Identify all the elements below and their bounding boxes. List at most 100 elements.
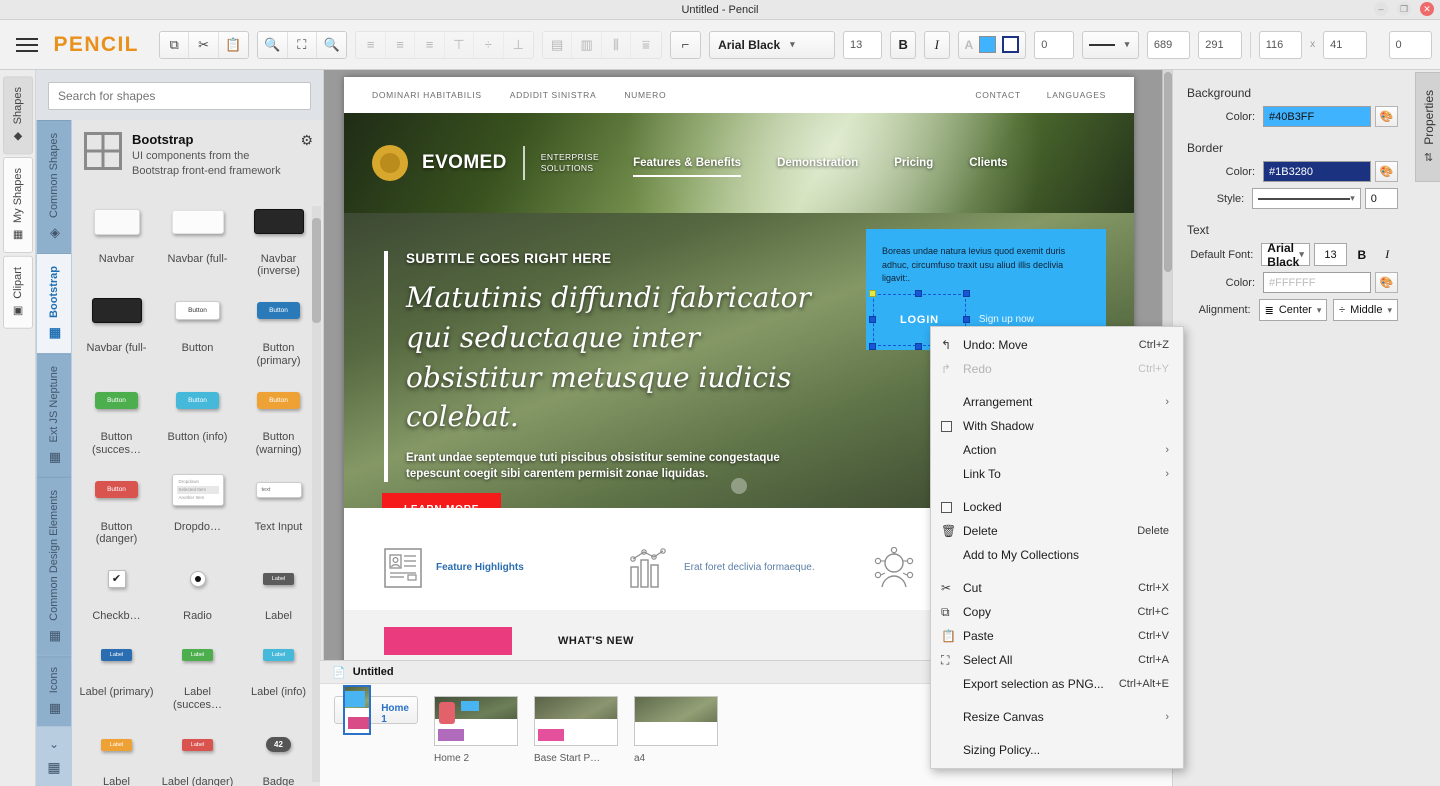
shape-item[interactable]: Radio [157, 550, 238, 627]
align-left-icon[interactable]: ≡ [356, 32, 385, 58]
border-style-select[interactable]: ▾ [1252, 188, 1361, 209]
default-font-size-input[interactable]: 13 [1314, 243, 1347, 266]
shape-item[interactable]: LabelLabel (warning) [76, 716, 157, 786]
collection-tab-extjs-neptune[interactable]: ▦ Ext JS Neptune [37, 353, 71, 477]
rotation-input[interactable]: 0 [1389, 31, 1432, 59]
utility-nav-item[interactable]: ADDIDIT SINISTRA [510, 90, 597, 100]
menu-item-cut[interactable]: ✂CutCtrl+X [931, 576, 1183, 600]
shape-item[interactable]: ButtonButton [157, 282, 238, 371]
menu-item-select-all[interactable]: ⛶Select AllCtrl+A [931, 648, 1183, 672]
font-family-select[interactable]: Arial Black ▾ [709, 31, 835, 59]
stroke-color-swatch[interactable] [1002, 36, 1019, 53]
page-thumb-home-1[interactable]: Home 1 [334, 696, 418, 724]
resize-handle-nw[interactable] [869, 290, 876, 297]
utility-nav-contact[interactable]: CONTACT [975, 90, 1020, 100]
paste-icon[interactable]: 📋 [219, 32, 248, 58]
menu-item-export-selection-as-png[interactable]: Export selection as PNG...Ctrl+Alt+E [931, 672, 1183, 696]
shape-item[interactable]: LabelLabel (primary) [76, 626, 157, 715]
palette-icon[interactable]: 🎨 [1375, 161, 1398, 182]
utility-nav-item[interactable]: NUMERO [624, 90, 666, 100]
shape-item[interactable]: ButtonButton (danger) [76, 461, 157, 550]
nav-clients[interactable]: Clients [969, 157, 1007, 169]
page-thumb-a4[interactable]: a4 [634, 696, 718, 764]
menu-item-add-to-my-collections[interactable]: Add to My Collections [931, 543, 1183, 567]
sidebar-tab-my-shapes[interactable]: ▦ My Shapes [3, 157, 33, 253]
format-painter-icon[interactable]: ⌐ [671, 32, 700, 58]
shape-item[interactable]: LabelLabel (info) [238, 626, 319, 715]
align-middle-icon[interactable]: ÷ [474, 32, 503, 58]
distribute-vertical-icon[interactable]: ▤ [543, 32, 572, 58]
align-right-icon[interactable]: ≡ [415, 32, 444, 58]
shape-item[interactable]: 42Badge [238, 716, 319, 786]
palette-icon[interactable]: 🎨 [1375, 106, 1398, 127]
align-bottom-icon[interactable]: ⊥ [504, 32, 533, 58]
sidebar-tab-shapes[interactable]: ◆ Shapes [3, 76, 33, 154]
text-bold-button[interactable]: B [1351, 243, 1372, 266]
page-thumb-base-start[interactable]: Base Start P… [534, 696, 618, 764]
shape-item[interactable]: textText Input [238, 461, 319, 550]
distribute-horizontal-icon[interactable]: ▥ [572, 32, 601, 58]
collection-tab-icons[interactable]: ▦ Icons [37, 656, 71, 726]
shape-item[interactable]: ButtonButton (warning) [238, 371, 319, 460]
gear-icon[interactable]: ⚙ [300, 132, 313, 149]
shape-item[interactable]: Navbar (full- [76, 282, 157, 371]
background-color-input[interactable]: #40B3FF [1263, 106, 1371, 127]
bold-button[interactable]: B [890, 31, 916, 59]
menu-item-sizing-policy[interactable]: Sizing Policy... [931, 738, 1183, 762]
collection-tab-common-shapes[interactable]: ◈ Common Shapes [37, 120, 71, 253]
menu-item-paste[interactable]: 📋PasteCtrl+V [931, 624, 1183, 648]
align-top-icon[interactable]: ⊤ [445, 32, 474, 58]
zoom-in-icon[interactable]: 🔍 [258, 32, 287, 58]
vertical-align-select[interactable]: ÷ Middle ▾ [1333, 299, 1398, 321]
collection-tab-common-design-elements[interactable]: ▦ Common Design Elements [37, 477, 71, 656]
menu-item-resize-canvas[interactable]: Resize Canvas› [931, 705, 1183, 729]
zoom-fit-icon[interactable]: ⛶ [288, 32, 317, 58]
italic-button[interactable]: I [924, 31, 950, 59]
menu-item-locked[interactable]: Locked [931, 495, 1183, 519]
learn-more-button[interactable]: LEARN MORE [382, 493, 501, 508]
signup-link[interactable]: Sign up now [979, 314, 1034, 325]
menu-item-with-shadow[interactable]: With Shadow [931, 414, 1183, 438]
menu-item-undo-move[interactable]: ↰Undo: MoveCtrl+Z [931, 333, 1183, 357]
minimize-icon[interactable]: – [1374, 2, 1388, 16]
text-color-icon[interactable]: A [965, 38, 974, 52]
shape-item[interactable]: LabelLabel (succes… [157, 626, 238, 715]
width-input[interactable]: 116 [1259, 31, 1302, 59]
resize-handle-sw[interactable] [869, 343, 876, 350]
text-italic-button[interactable]: I [1377, 243, 1398, 266]
stroke-width-input[interactable]: 0 [1034, 31, 1074, 59]
resize-handle-n[interactable] [915, 290, 922, 297]
search-input[interactable] [48, 82, 311, 110]
sidebar-tab-clipart[interactable]: ▣ Clipart [3, 256, 33, 329]
text-color-input[interactable]: #FFFFFF [1263, 272, 1371, 293]
cut-icon[interactable]: ✂ [189, 32, 218, 58]
shape-item[interactable]: LabelLabel (danger) [157, 716, 238, 786]
resize-handle-e[interactable] [963, 316, 970, 323]
shape-item[interactable]: ButtonButton (primary) [238, 282, 319, 371]
shape-item[interactable]: ButtonButton (info) [157, 371, 238, 460]
restore-icon[interactable]: ❐ [1397, 2, 1411, 16]
nav-features-benefits[interactable]: Features & Benefits [633, 157, 741, 169]
grid-9-icon[interactable]: ▦ [47, 759, 60, 786]
distribute-columns-icon[interactable]: ⫼ [602, 32, 631, 58]
nav-pricing[interactable]: Pricing [894, 157, 933, 169]
border-width-input[interactable]: 0 [1365, 188, 1398, 209]
shape-item[interactable]: ✔Checkb… [76, 550, 157, 627]
shape-item[interactable]: DropdownSelected ItemAnother ItemDropdo… [157, 461, 238, 550]
palette-icon[interactable]: 🎨 [1375, 272, 1398, 293]
scrollbar-thumb[interactable] [1164, 72, 1172, 272]
position-y-input[interactable]: 291 [1198, 31, 1241, 59]
fill-color-swatch[interactable] [979, 36, 996, 53]
position-x-input[interactable]: 689 [1147, 31, 1190, 59]
align-center-icon[interactable]: ≡ [386, 32, 415, 58]
menu-item-arrangement[interactable]: Arrangement› [931, 390, 1183, 414]
utility-nav-languages[interactable]: LANGUAGES [1047, 90, 1106, 100]
horizontal-align-select[interactable]: ≣ Center ▾ [1259, 299, 1328, 321]
menu-item-link-to[interactable]: Link To› [931, 462, 1183, 486]
shape-item[interactable]: Navbar (full- [157, 193, 238, 282]
chevron-down-icon[interactable]: ⌄ [49, 729, 59, 759]
default-font-select[interactable]: Arial Black ▾ [1261, 243, 1310, 266]
scrollbar-thumb[interactable] [312, 218, 321, 323]
zoom-out-icon[interactable]: 🔍 [317, 32, 346, 58]
resize-handle-ne[interactable] [963, 290, 970, 297]
